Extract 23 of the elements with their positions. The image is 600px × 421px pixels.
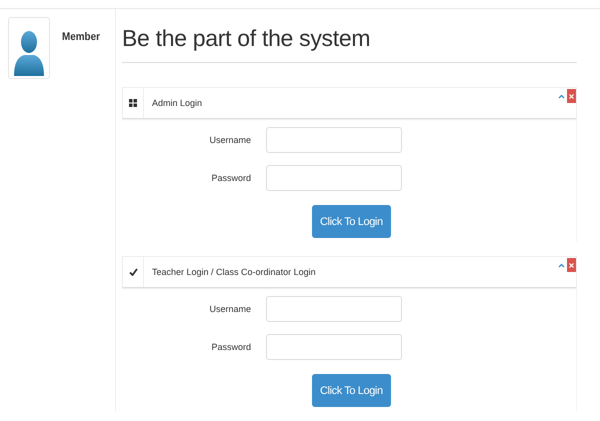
- password-field[interactable]: [266, 165, 402, 191]
- collapse-icon[interactable]: [558, 262, 565, 268]
- field-label: Username: [208, 304, 252, 314]
- close-icon: [569, 94, 574, 98]
- field-label: Password: [210, 173, 252, 183]
- password-field[interactable]: [266, 334, 402, 360]
- close-icon: [569, 262, 574, 268]
- grid-icon: [129, 99, 137, 107]
- member-label: Member: [62, 31, 100, 45]
- field-label: Username: [208, 135, 252, 145]
- checkmark-icon: [128, 268, 138, 276]
- page-heading: Be the part of the system: [122, 25, 372, 52]
- avatar-silhouette-icon: [12, 28, 46, 78]
- username-field[interactable]: [266, 127, 402, 153]
- login-button[interactable]: Click To Login: [312, 205, 391, 238]
- username-field[interactable]: [266, 296, 402, 322]
- close-button[interactable]: [567, 258, 576, 272]
- field-label: Password: [210, 342, 252, 352]
- collapse-icon[interactable]: [558, 94, 565, 98]
- panel-title: Teacher Login / Class Co-ordinator Login: [151, 267, 317, 277]
- panel-title: Admin Login: [151, 98, 204, 108]
- close-button[interactable]: [567, 89, 576, 103]
- login-button[interactable]: Click To Login: [312, 374, 391, 407]
